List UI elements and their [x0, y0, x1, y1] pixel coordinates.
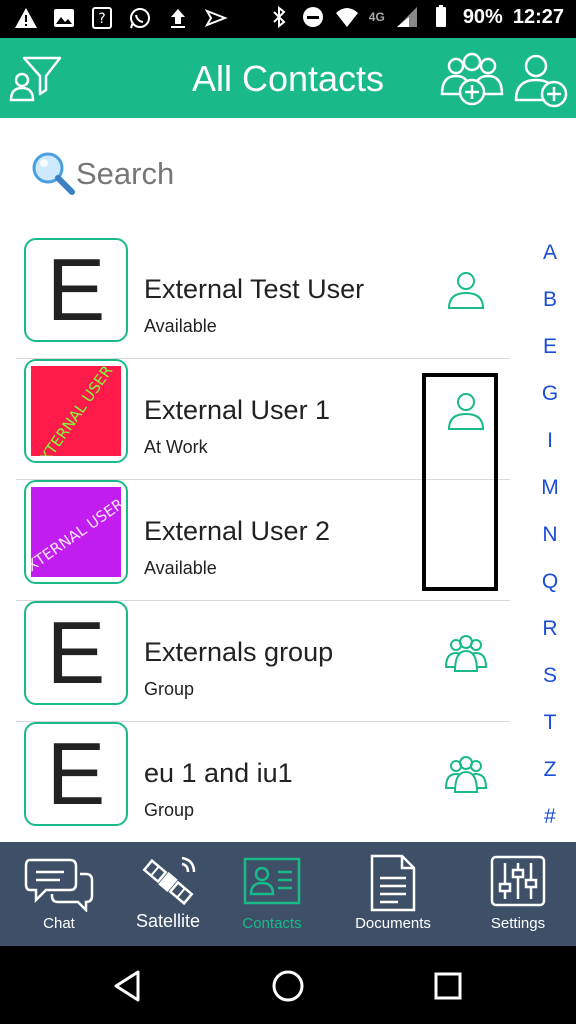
contact-name: eu 1 and iu1 [144, 758, 293, 788]
bluetooth-icon [273, 5, 286, 29]
tab-label: Contacts [242, 915, 302, 932]
help-icon: ? [92, 7, 112, 29]
contacts-card-icon [243, 857, 301, 905]
avatar-letter: E [46, 603, 106, 702]
tab-bar: Chat Satellite Contacts Documents Settin… [0, 842, 576, 946]
contact-name: Externals group [144, 637, 334, 667]
svg-text:?: ? [98, 11, 105, 27]
contact-status: Available [144, 558, 217, 578]
add-contact-icon[interactable] [512, 50, 570, 108]
tab-settings[interactable]: Settings [460, 842, 576, 946]
tab-label: Satellite [135, 911, 201, 931]
index-letter[interactable]: M [530, 473, 570, 520]
contact-status: Available [144, 316, 217, 336]
battery-level: 90% [462, 5, 503, 28]
contact-status: Group [144, 679, 195, 699]
avatar: E [24, 238, 128, 342]
group-icon [444, 756, 488, 793]
index-letter[interactable]: S [530, 661, 570, 708]
chat-icon [24, 858, 94, 912]
list-item[interactable]: E Externals group Group [16, 601, 510, 722]
index-letter[interactable]: G [530, 379, 570, 426]
contact-name: External User 2 [144, 516, 331, 546]
tab-chat[interactable]: Chat [0, 842, 118, 946]
document-icon [370, 854, 416, 912]
index-letter[interactable]: E [530, 332, 570, 379]
avatar-image: EXTERNAL USER 1 [31, 366, 121, 456]
list-item[interactable]: E eu 1 and iu1 Group [16, 722, 510, 842]
contact-status: Group [144, 800, 195, 820]
alphabet-index: A B E G I M N Q R S T Z # [530, 238, 570, 849]
send-icon [204, 9, 228, 27]
tab-label: Documents [355, 915, 431, 932]
group-icon [444, 635, 488, 672]
warning-icon [15, 8, 37, 28]
avatar-letter: E [46, 724, 106, 823]
add-group-icon[interactable] [436, 50, 508, 108]
list-item[interactable]: E External Test User Available [16, 238, 510, 359]
avatar-image: EXTERNAL USER 2 [31, 487, 121, 577]
wifi-icon [335, 8, 358, 27]
signal-icon [396, 7, 417, 27]
index-letter[interactable]: Z [530, 755, 570, 802]
person-icon [447, 272, 485, 309]
tab-label: Settings [490, 915, 546, 932]
status-bar: ? 4G 90% 12:27 [0, 0, 576, 38]
screen: ? 4G 90% 12:27 All Contacts Search E Ext… [0, 0, 576, 1024]
settings-sliders-icon [490, 855, 546, 907]
home-icon[interactable] [270, 968, 306, 1004]
contact-name: External Test User [144, 274, 365, 304]
avatar: EXTERNAL USER 1 [24, 359, 128, 463]
tab-satellite[interactable]: Satellite [118, 842, 218, 946]
search-bar[interactable] [30, 148, 430, 198]
index-letter[interactable]: A [530, 238, 570, 285]
tab-documents[interactable]: Documents [326, 842, 460, 946]
upload-icon [171, 9, 185, 28]
tab-label: Chat [43, 915, 75, 932]
network-label: 4G [368, 10, 385, 24]
system-nav-bar [0, 946, 576, 1024]
index-letter[interactable]: Q [530, 567, 570, 614]
avatar: EXTERNAL USER 2 [24, 480, 128, 584]
contact-name: External User 1 [144, 395, 331, 425]
satellite-icon [142, 856, 196, 906]
whatsapp-icon [130, 8, 150, 29]
battery-icon [435, 5, 446, 27]
index-letter[interactable]: N [530, 520, 570, 567]
index-letter[interactable]: I [530, 426, 570, 473]
search-input[interactable] [76, 152, 416, 196]
back-icon[interactable] [110, 968, 146, 1004]
search-icon [32, 152, 75, 195]
index-letter[interactable]: T [530, 708, 570, 755]
index-letter[interactable]: R [530, 614, 570, 661]
recents-icon[interactable] [430, 968, 466, 1004]
contact-status: At Work [144, 437, 208, 457]
app-header: All Contacts [0, 38, 576, 118]
avatar-letter: E [46, 240, 106, 339]
tab-contacts[interactable]: Contacts [218, 842, 326, 946]
image-icon [54, 9, 74, 27]
index-letter[interactable]: B [530, 285, 570, 332]
clock: 12:27 [512, 5, 564, 28]
do-not-disturb-icon [302, 7, 323, 27]
avatar: E [24, 601, 128, 705]
avatar: E [24, 722, 128, 826]
highlight-box [422, 373, 498, 591]
